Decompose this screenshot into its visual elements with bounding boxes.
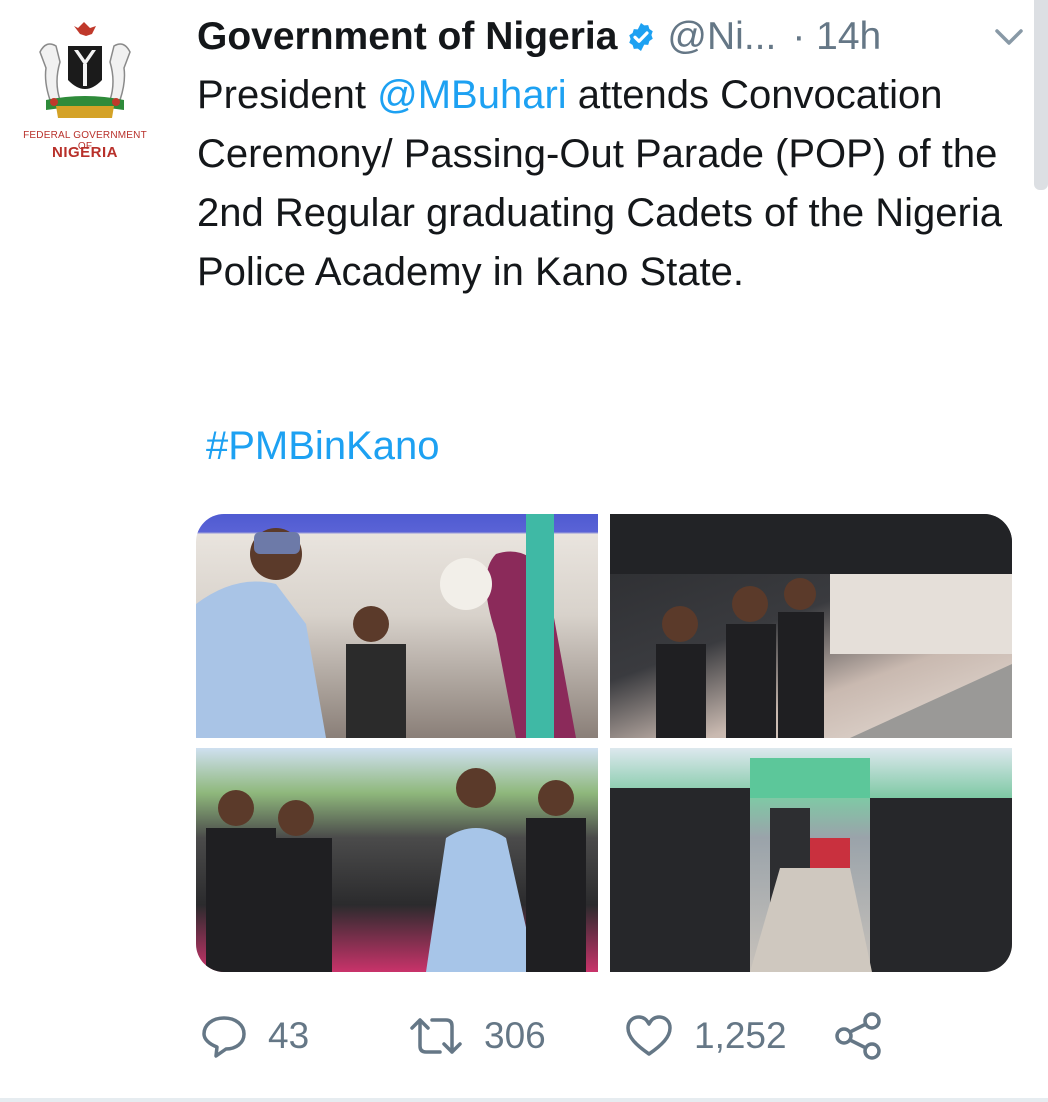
hashtag-link[interactable]: #PMBinKano (206, 420, 439, 472)
chevron-down-icon[interactable] (991, 22, 1027, 52)
avatar-caption-line2: NIGERIA (51, 144, 118, 161)
share-icon (835, 1012, 881, 1060)
reply-icon (202, 1016, 246, 1058)
photo-2-scene (610, 514, 1012, 738)
retweet-count: 306 (484, 1015, 546, 1056)
mention-link[interactable]: @MBuhari (377, 73, 567, 117)
verified-badge-icon (629, 23, 654, 51)
like-icon (626, 1015, 672, 1056)
like-button[interactable]: 1,252 (624, 1006, 787, 1066)
scrollbar[interactable] (1034, 0, 1048, 190)
tweet-actions: 43 306 1,252 (200, 1006, 900, 1066)
display-name[interactable]: Government of Nigeria (197, 15, 617, 59)
tweet-timestamp[interactable]: · 14h (792, 15, 881, 59)
divider (0, 1098, 1048, 1102)
reply-button[interactable]: 43 (200, 1006, 309, 1066)
reply-count: 43 (268, 1015, 310, 1056)
photo-4-scene (610, 758, 1012, 972)
user-handle[interactable]: @Ni... (667, 15, 776, 59)
photo-1[interactable] (196, 514, 598, 738)
photo-4[interactable] (610, 748, 1012, 972)
photo-1-scene (196, 514, 576, 738)
like-count: 1,252 (694, 1015, 787, 1056)
media-grid (196, 514, 1012, 972)
tweet-header: Government of Nigeria @Ni... · 14h (197, 12, 1027, 62)
tweet-text-before: President (197, 73, 378, 117)
tweet-text: President @MBuhari attends Convocation C… (197, 66, 1017, 302)
photo-2[interactable] (610, 514, 1012, 738)
retweet-button[interactable]: 306 (408, 1006, 546, 1066)
share-button[interactable] (834, 1006, 884, 1066)
avatar[interactable]: FEDERAL GOVERNMENT OF NIGERIA (18, 22, 152, 162)
coat-of-arms-icon (39, 22, 131, 118)
photo-3[interactable] (196, 748, 598, 972)
retweet-icon (410, 1018, 462, 1054)
photo-3-scene (206, 768, 586, 972)
